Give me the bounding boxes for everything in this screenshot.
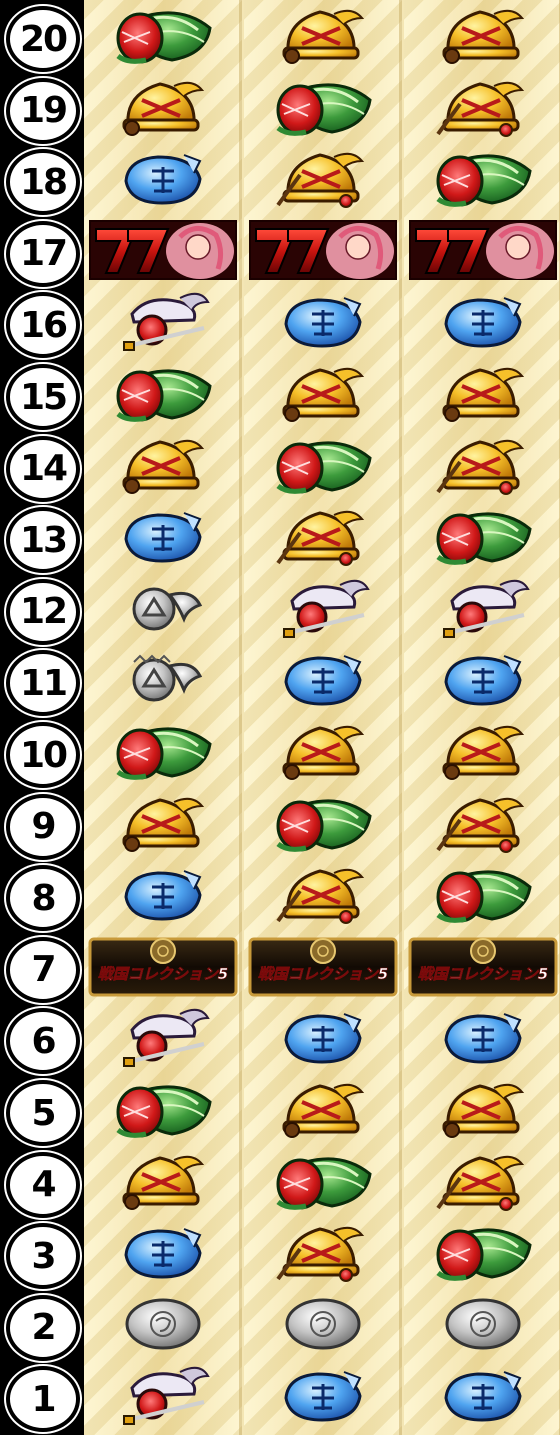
replay-blue-icon [248,1362,398,1428]
cherry-bell-icon [248,1219,398,1285]
silver-helmet-icon [88,575,238,641]
watermelon-icon [88,360,238,426]
reel-strip: 20 19 18 17 16 15 14 13 12 11 10 9 8 7 6 5 4 3 2 1 戦国コレクション… [0,0,560,1435]
bell-icon [408,1076,558,1142]
bell-icon [88,1148,238,1214]
silver-coin-icon [408,1291,558,1357]
replay-blue-icon [88,503,238,569]
cherry-bell-icon [408,790,558,856]
bell-icon [88,790,238,856]
cherry-bell-icon [408,74,558,140]
reel-divider [239,0,242,1435]
bar-label: 戦国コレクション5 [258,965,388,983]
cherry-bell-icon [248,503,398,569]
replay-blue-icon [408,646,558,712]
row-number: 16 [6,292,80,359]
bar-label: 戦国コレクション5 [418,965,548,983]
row-number: 2 [6,1294,80,1361]
bell-icon [248,2,398,68]
replay-blue-icon [88,145,238,211]
row-number: 15 [6,364,80,430]
bell-icon [408,360,558,426]
replay-blue-icon [88,861,238,927]
bar-icon: 戦国コレクション5 [408,933,558,999]
row-number: 5 [6,1080,80,1146]
row-number: 17 [6,220,80,287]
watermelon-icon [248,1148,398,1214]
row-number: 13 [6,507,80,574]
seven-icon [88,217,238,283]
reel-1: 戦国コレクション5 [84,0,242,1435]
row-number: 10 [6,722,80,788]
reel-2: 戦国コレクション5 [244,0,402,1435]
replay-blue-icon [248,1004,398,1070]
watermelon-icon [248,790,398,856]
reel-divider [399,0,402,1435]
watermelon-icon [408,503,558,569]
row-number: 18 [6,149,80,216]
row-number: 1 [6,1366,80,1433]
replay-blue-icon [408,1004,558,1070]
row-number: 4 [6,1151,80,1218]
watermelon-icon [408,1219,558,1285]
row-number: 20 [6,6,80,72]
silver-crest-icon [88,646,238,712]
silver-coin-icon [88,1291,238,1357]
samurai-helmet-icon [88,288,238,354]
cherry-bell-icon [248,861,398,927]
bell-icon [408,2,558,68]
row-number: 3 [6,1223,80,1290]
row-number: 7 [6,936,80,1003]
row-number: 12 [6,578,80,645]
bell-icon [248,1076,398,1142]
row-number: 6 [6,1008,80,1075]
seven-icon [408,217,558,283]
cherry-bell-icon [408,1148,558,1214]
row-number-column: 20 19 18 17 16 15 14 13 12 11 10 9 8 7 6 5 4 3 2 1 [0,0,84,1435]
cherry-bell-icon [248,145,398,211]
bar-label: 戦国コレクション5 [98,965,228,983]
row-number: 14 [6,435,80,502]
row-number: 9 [6,793,80,860]
samurai-helmet-icon [88,1362,238,1428]
cherry-bell-icon [408,432,558,498]
row-number: 19 [6,77,80,144]
replay-blue-icon [248,288,398,354]
replay-blue-icon [88,1219,238,1285]
bar-icon: 戦国コレクション5 [88,933,238,999]
bell-icon [88,432,238,498]
reels-area: 戦国コレクション5 戦国コレクション5 戦国コレクション5 [84,0,560,1435]
watermelon-icon [408,861,558,927]
watermelon-icon [408,145,558,211]
replay-blue-icon [408,288,558,354]
reel-3: 戦国コレクション5 [404,0,560,1435]
bell-icon [408,718,558,784]
watermelon-icon [88,1076,238,1142]
bell-icon [248,718,398,784]
bell-icon [248,360,398,426]
seven-icon [248,217,398,283]
samurai-helmet-icon [408,575,558,641]
watermelon-icon [248,74,398,140]
watermelon-icon [88,2,238,68]
row-number: 8 [6,865,80,932]
samurai-helmet-icon [88,1004,238,1070]
watermelon-icon [88,718,238,784]
row-number: 11 [6,650,80,717]
bell-icon [88,74,238,140]
samurai-helmet-icon [248,575,398,641]
bar-icon: 戦国コレクション5 [248,933,398,999]
watermelon-icon [248,432,398,498]
replay-blue-icon [248,646,398,712]
silver-coin-icon [248,1291,398,1357]
replay-blue-icon [408,1362,558,1428]
